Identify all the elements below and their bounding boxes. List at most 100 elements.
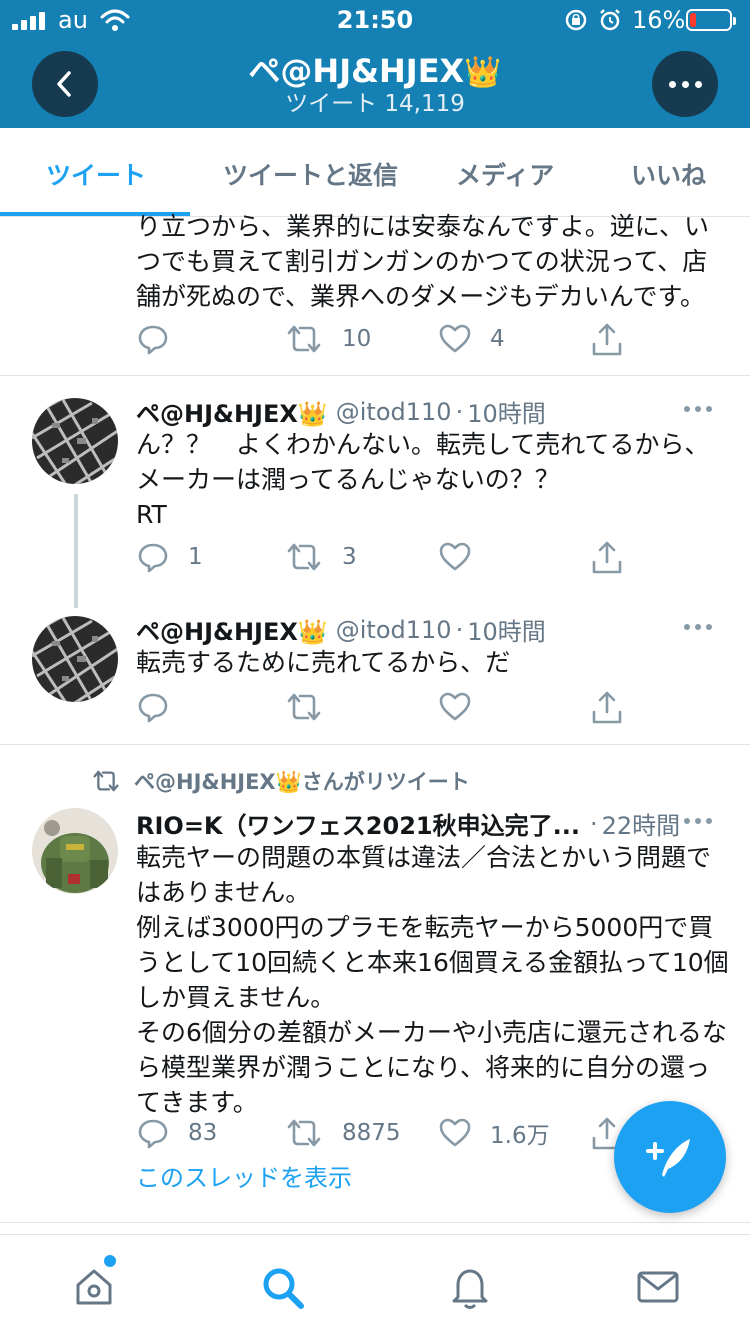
reply-button[interactable]: 83 [136, 1116, 217, 1150]
separator-dot: · [455, 615, 464, 644]
reply-count: 83 [188, 1120, 218, 1146]
more-horizontal-icon [684, 818, 690, 824]
tab-tweets-and-replies[interactable]: ツイートと返信 [223, 156, 398, 192]
tweet-divider [0, 744, 750, 745]
alarm-icon [600, 9, 620, 31]
tweet-actions: 10 4 [0, 322, 750, 362]
like-count: 4 [490, 326, 505, 352]
author-handle: @itod110 [335, 397, 452, 426]
share-button[interactable] [590, 540, 624, 576]
tab-likes[interactable]: いいね [631, 156, 706, 192]
retweet-button[interactable]: 8875 [284, 1116, 401, 1150]
more-horizontal-icon [684, 624, 690, 630]
reply-button[interactable] [136, 322, 188, 356]
tweet-time: 22時間 [601, 812, 681, 840]
nav-notifications[interactable] [448, 1265, 492, 1315]
compose-tweet-button[interactable] [614, 1101, 726, 1213]
reply-count: 1 [188, 544, 203, 570]
notification-dot [104, 1255, 116, 1267]
reply-icon [138, 693, 168, 723]
retweet-button[interactable]: 3 [284, 540, 357, 574]
heart-icon [439, 542, 471, 571]
like-count: 1.6万 [490, 1123, 550, 1149]
author-name[interactable]: RIO=K（ワンフェス2021秋申込完了... [136, 806, 580, 841]
app-header: au 21:50 16% ペ@HJ&HJEX👑 ツイート 14,119 [0, 0, 750, 128]
show-thread-link[interactable]: このスレッドを表示 [136, 1158, 352, 1193]
retweet-count: 10 [342, 326, 372, 352]
retweet-icon [287, 325, 321, 353]
author-name[interactable]: ペ@HJ&HJEX👑 [136, 394, 328, 429]
tweet-menu-button[interactable] [684, 406, 712, 412]
nav-messages[interactable] [636, 1265, 680, 1313]
retweet-icon [287, 1119, 321, 1147]
home-icon [76, 1269, 112, 1305]
heart-icon [439, 692, 471, 721]
retweet-icon [287, 693, 321, 721]
tab-tweets[interactable]: ツイート [46, 156, 146, 192]
author-handle: @itod110 [335, 615, 452, 644]
tweet-text[interactable]: り立つから、業界的には安泰なんですよ。逆に、い つでも買えて割引ガンガンのかつて… [136, 209, 726, 314]
battery-fill [690, 13, 696, 27]
reply-button[interactable]: 1 [136, 540, 203, 574]
heart-icon [439, 1118, 471, 1147]
tweet-actions: 1 3 [0, 540, 750, 580]
battery-icon [686, 9, 736, 31]
tweet-header: RIO=K（ワンフェス2021秋申込完了... · 22時間 [136, 806, 680, 841]
like-button[interactable]: 4 [438, 322, 505, 356]
bottom-navigation [0, 1234, 750, 1334]
avatar[interactable] [32, 398, 118, 484]
notifications-bell-icon [452, 1269, 488, 1309]
share-button[interactable] [590, 690, 624, 726]
tweet-text[interactable]: 転売するために売れてるから、だ [136, 645, 726, 680]
like-button[interactable] [438, 690, 490, 724]
share-button[interactable] [590, 322, 624, 358]
share-icon [592, 323, 622, 356]
heart-icon [439, 324, 471, 353]
separator-dot: · [455, 397, 464, 426]
reply-icon [138, 325, 168, 355]
like-button[interactable]: 1.6万 [438, 1116, 550, 1150]
retweet-count: 3 [342, 544, 357, 570]
compose-tweet-icon [646, 1139, 690, 1177]
tweet-menu-button[interactable] [684, 818, 712, 824]
status-bar: au 21:50 16% [0, 0, 750, 40]
messages-mail-icon [637, 1271, 679, 1303]
retweet-button[interactable] [284, 690, 342, 724]
tweet-actions [0, 690, 750, 730]
tweet-divider [0, 1222, 750, 1223]
search-icon [263, 1268, 304, 1309]
retweet-icon [287, 543, 321, 571]
retweet-icon [93, 770, 119, 792]
tweet-header: ペ@HJ&HJEX👑 @itod110 · 10時間 [136, 612, 546, 647]
retweet-button[interactable]: 10 [284, 322, 371, 356]
reply-icon [138, 1119, 168, 1149]
nav-search[interactable] [260, 1265, 306, 1315]
share-icon [592, 691, 622, 724]
more-horizontal-icon [684, 406, 690, 412]
retweet-count: 8875 [342, 1120, 401, 1146]
tweet-menu-button[interactable] [684, 624, 712, 630]
profile-tabs: ツイート ツイートと返信 メディア いいね [0, 128, 750, 217]
tweet-count: ツイート 14,119 [285, 91, 465, 117]
rotation-lock-icon [565, 9, 587, 31]
separator-dot: · [589, 809, 598, 838]
tweet-text[interactable]: ん？？ よくわかんない。転売して売れてるから、 メーカーは潤ってるんじゃないの？… [136, 427, 726, 532]
tweet-time: 10時間 [467, 400, 546, 428]
author-name[interactable]: ペ@HJ&HJEX👑 [136, 612, 328, 647]
nav-home[interactable] [72, 1265, 116, 1313]
reply-icon [138, 543, 168, 573]
retweeted-by-text: ペ@HJ&HJEX👑さんがリツイート [134, 770, 470, 794]
like-button[interactable] [438, 540, 490, 574]
avatar[interactable] [32, 808, 118, 894]
more-options-button[interactable] [652, 51, 718, 117]
tweet-time: 10時間 [467, 618, 546, 646]
tweet-divider [0, 375, 750, 376]
tweet-header: ペ@HJ&HJEX👑 @itod110 · 10時間 [136, 394, 546, 429]
reply-button[interactable] [136, 690, 188, 724]
share-icon [592, 541, 622, 574]
battery-percent: 16% [632, 6, 686, 34]
tab-media[interactable]: メディア [456, 156, 554, 192]
retweeted-by-label[interactable]: ペ@HJ&HJEX👑さんがリツイート [90, 766, 470, 796]
more-horizontal-icon [668, 80, 676, 88]
tweet-text[interactable]: 転売ヤーの問題の本質は違法／合法とかいう問題で はありません。 例えば3000円… [136, 840, 736, 1120]
